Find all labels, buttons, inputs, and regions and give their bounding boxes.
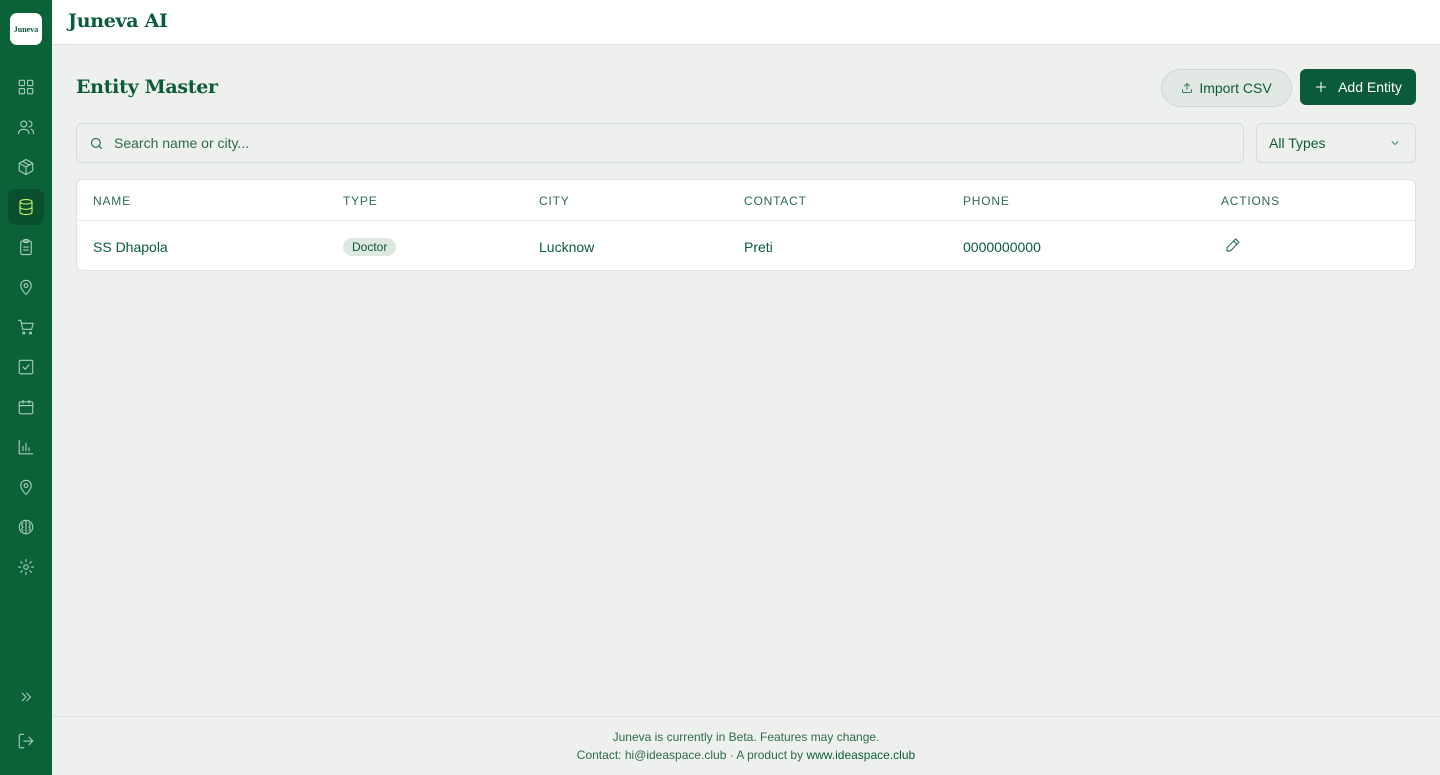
brain-icon <box>18 519 34 535</box>
column-header-name: NAME <box>93 194 131 208</box>
footer: Juneva is currently in Beta. Features ma… <box>52 716 1440 775</box>
app-title: Juneva AI <box>68 10 168 32</box>
upload-icon <box>1182 83 1193 93</box>
cell-city: Lucknow <box>539 239 595 255</box>
sidebar-item-locations[interactable] <box>8 469 44 505</box>
type-badge: Doctor <box>343 238 397 256</box>
sidebar-item-tasks[interactable] <box>8 349 44 385</box>
sidebar: Juneva <box>0 0 52 775</box>
pencil-icon <box>1226 238 1240 252</box>
package-icon <box>18 158 34 176</box>
logout-button[interactable] <box>8 723 44 759</box>
import-csv-label: Import CSV <box>1199 80 1272 96</box>
sidebar-item-calendar[interactable] <box>8 389 44 425</box>
logout-icon <box>18 733 34 749</box>
sidebar-item-orders[interactable] <box>8 309 44 345</box>
calendar-icon <box>18 399 34 415</box>
sidebar-item-reports[interactable] <box>8 229 44 265</box>
gear-icon <box>17 558 35 576</box>
search-input[interactable] <box>114 135 1214 151</box>
sidebar-item-products[interactable] <box>8 149 44 185</box>
search-box <box>76 123 1244 163</box>
cart-icon <box>17 319 34 335</box>
dashboard-icon <box>18 79 34 95</box>
sidebar-item-analytics[interactable] <box>8 429 44 465</box>
sidebar-expand-button[interactable] <box>8 679 44 715</box>
import-csv-button[interactable]: Import CSV <box>1161 69 1292 107</box>
checkbox-icon <box>18 359 34 375</box>
table-header-divider <box>77 220 1415 221</box>
type-filter-value: All Types <box>1269 135 1326 151</box>
sidebar-item-dashboard[interactable] <box>8 69 44 105</box>
cell-phone: 0000000000 <box>963 239 1041 255</box>
website-link[interactable]: www.ideaspace.club <box>806 748 915 762</box>
contact-text: Contact: hi@ideaspace.club · A product b… <box>576 748 807 762</box>
users-icon <box>17 120 35 135</box>
beta-notice: Juneva is currently in Beta. Features ma… <box>612 730 880 744</box>
chevron-down-icon <box>1391 141 1399 145</box>
column-header-contact: CONTACT <box>744 194 807 208</box>
page-title: Entity Master <box>76 76 218 98</box>
database-icon <box>19 198 33 216</box>
location-icon <box>20 479 32 496</box>
top-bar: Juneva AI <box>52 0 1440 45</box>
add-entity-label: Add Entity <box>1338 79 1402 95</box>
column-header-city: CITY <box>539 194 570 208</box>
footer-contact: Contact: hi@ideaspace.club · A product b… <box>52 748 1440 762</box>
sidebar-item-territory[interactable] <box>8 269 44 305</box>
column-header-actions: ACTIONS <box>1221 194 1280 208</box>
sidebar-item-users[interactable] <box>8 109 44 145</box>
cell-name: SS Dhapola <box>93 239 168 255</box>
map-pin-icon <box>20 279 32 296</box>
cell-contact: Preti <box>744 239 773 255</box>
type-filter-select[interactable]: All Types <box>1256 123 1416 163</box>
plus-icon <box>1315 81 1327 93</box>
app-logo[interactable]: Juneva <box>10 13 42 45</box>
edit-button[interactable] <box>1225 237 1241 253</box>
column-header-type: TYPE <box>343 194 378 208</box>
column-header-phone: PHONE <box>963 194 1010 208</box>
bar-chart-icon <box>18 439 34 455</box>
sidebar-item-settings[interactable] <box>8 549 44 585</box>
entity-table: NAME TYPE CITY CONTACT PHONE ACTIONS SS … <box>76 179 1416 271</box>
sidebar-item-entity-master[interactable] <box>8 189 44 225</box>
search-icon <box>91 137 102 149</box>
add-entity-button[interactable]: Add Entity <box>1300 69 1416 105</box>
expand-icon <box>21 692 32 702</box>
clipboard-icon <box>20 238 32 256</box>
sidebar-item-ai[interactable] <box>8 509 44 545</box>
